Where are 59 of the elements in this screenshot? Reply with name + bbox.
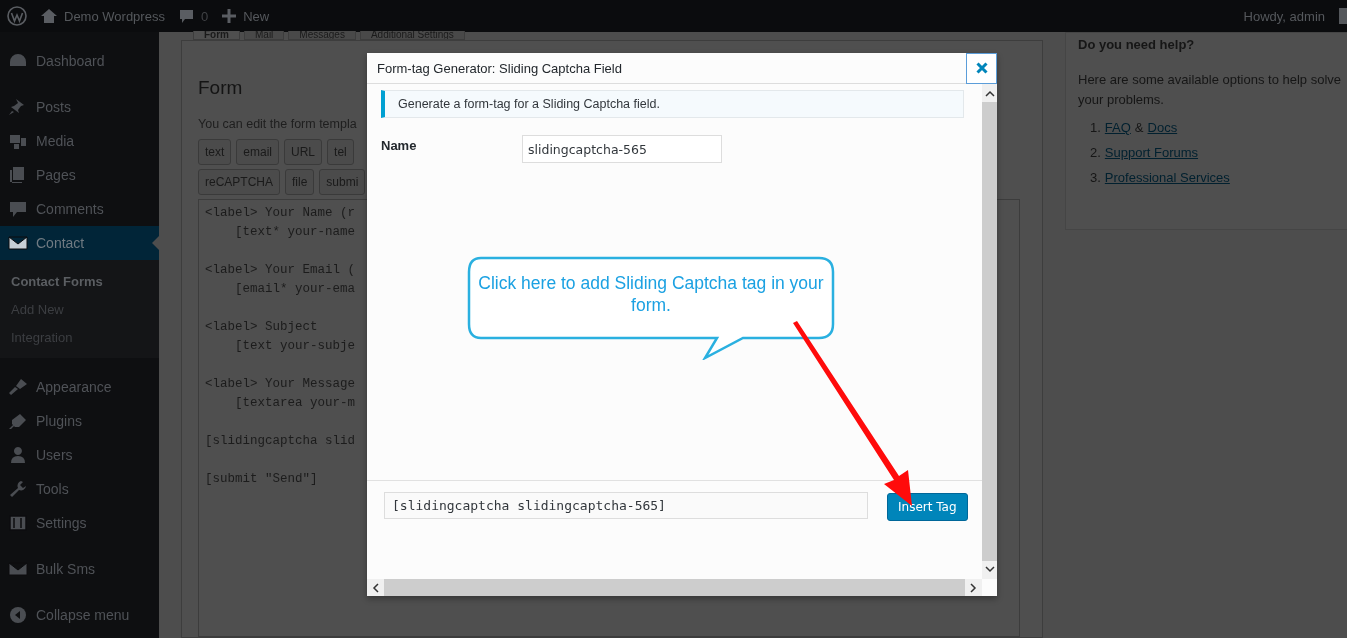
vertical-scrollbar[interactable] <box>982 84 997 579</box>
name-label: Name <box>381 138 418 153</box>
wordpress-logo-icon[interactable] <box>7 6 27 26</box>
list-number: 1. <box>1090 120 1101 137</box>
account-link[interactable]: Howdy, admin <box>1243 8 1325 24</box>
form-heading: Form <box>198 77 243 99</box>
menu-item[interactable]: Appearance <box>0 370 159 404</box>
collapse-menu-button[interactable]: Collapse menu <box>0 598 159 632</box>
menu-item[interactable]: Tools <box>0 472 159 506</box>
help-link[interactable]: Professional Services <box>1104 170 1230 195</box>
menu-item[interactable]: Users <box>0 438 159 472</box>
plug-icon <box>8 412 28 430</box>
notice-message: Generate a form-tag for a Sliding Captcha field. <box>381 90 964 118</box>
envelope-icon <box>8 234 28 252</box>
horizontal-scrollbar[interactable] <box>367 579 982 596</box>
speech-bubble-icon <box>178 8 194 24</box>
plus-icon <box>222 9 237 23</box>
help-link[interactable]: Support Forums <box>1104 145 1199 170</box>
user-icon <box>8 446 28 464</box>
sliders-icon <box>8 514 28 532</box>
scroll-down-icon[interactable] <box>984 565 995 573</box>
menu-item[interactable]: Comments <box>0 192 159 226</box>
scroll-up-icon[interactable] <box>984 90 995 98</box>
menu-item[interactable]: Contact <box>0 226 159 260</box>
list-number: 2. <box>1090 145 1101 162</box>
help-link[interactable]: Docs <box>1147 120 1178 145</box>
help-text: Here are some available options to help solve your problems. <box>1078 71 1343 109</box>
menu-item[interactable]: Posts <box>0 90 159 124</box>
close-icon <box>975 62 988 74</box>
menu-item[interactable]: Dashboard <box>0 44 159 78</box>
help-title: Do you need help? <box>1078 37 1196 52</box>
name-input[interactable]: slidingcaptcha-565 <box>522 135 722 163</box>
speech-bubble-icon <box>8 200 28 218</box>
current-indicator-icon <box>152 236 159 250</box>
scroll-right-icon[interactable] <box>969 582 977 593</box>
home-icon <box>41 9 57 23</box>
site-name: Demo Wordpress <box>64 8 165 24</box>
menu-item[interactable]: Pages <box>0 158 159 192</box>
media-icon <box>8 132 28 150</box>
menu-item[interactable]: Bulk Sms <box>0 552 159 586</box>
scroll-left-icon[interactable] <box>372 582 380 593</box>
site-link[interactable]: Demo Wordpress <box>41 8 165 24</box>
tag-code-field[interactable]: [slidingcaptcha slidingcaptcha-565] <box>384 492 868 519</box>
dialog-title: Form-tag Generator: Sliding Captcha Field <box>377 60 623 76</box>
menu-item[interactable]: Settings <box>0 506 159 540</box>
new-link[interactable]: New <box>222 8 270 24</box>
menu-item[interactable]: Plugins <box>0 404 159 438</box>
callout-text: Click here to add Sliding Captcha tag in your form. <box>477 272 825 316</box>
submenu-item[interactable]: Contact Forms <box>0 268 159 296</box>
insert-tag-button[interactable]: Insert Tag <box>887 493 968 521</box>
brush-icon <box>8 378 28 396</box>
close-button[interactable] <box>966 52 997 84</box>
help-link[interactable]: FAQ <box>1104 120 1131 145</box>
new-label: New <box>243 8 270 24</box>
avatar-icon <box>1339 8 1347 24</box>
menu-item[interactable]: Media <box>0 124 159 158</box>
list-number: 3. <box>1090 170 1101 187</box>
wrench-icon <box>8 480 28 498</box>
link-separator: & <box>1134 120 1144 137</box>
